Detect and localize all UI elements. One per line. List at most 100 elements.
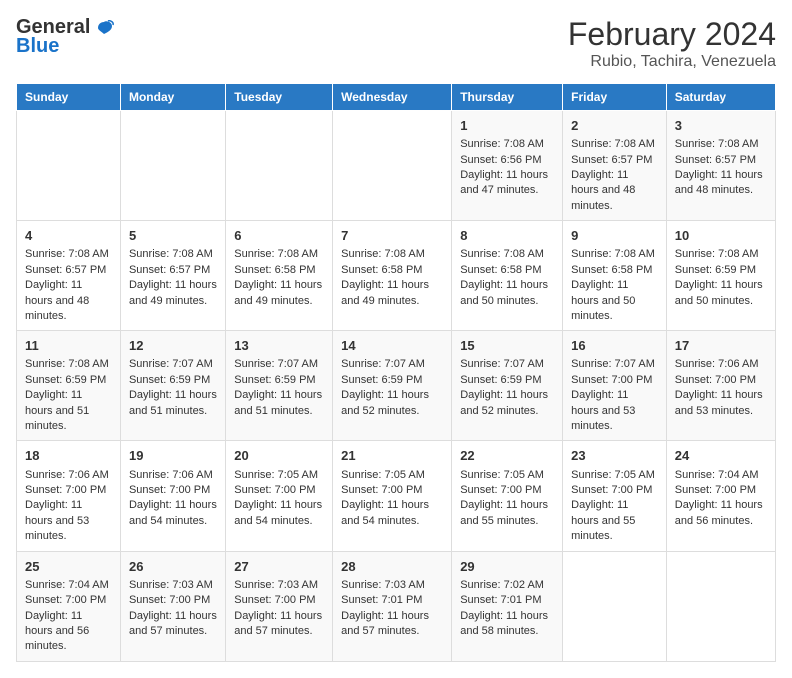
day-number: 23 (571, 447, 658, 465)
day-info: Sunrise: 7:03 AM (341, 578, 443, 593)
calendar-cell: 16Sunrise: 7:07 AMSunset: 7:00 PMDayligh… (563, 331, 667, 441)
calendar-cell: 18Sunrise: 7:06 AMSunset: 7:00 PMDayligh… (17, 441, 121, 551)
day-info: Sunset: 6:57 PM (25, 263, 112, 278)
day-number: 16 (571, 337, 658, 355)
day-info: Sunrise: 7:07 AM (571, 357, 658, 372)
day-info: Sunset: 7:00 PM (341, 483, 443, 498)
calendar-cell (120, 111, 225, 221)
day-number: 26 (129, 558, 217, 576)
calendar-header-row: SundayMondayTuesdayWednesdayThursdayFrid… (17, 84, 776, 111)
calendar-cell (666, 551, 775, 661)
page-subtitle: Rubio, Tachira, Venezuela (568, 53, 776, 71)
page-title: February 2024 (568, 16, 776, 53)
day-info: Daylight: 11 hours and 56 minutes. (675, 498, 767, 529)
day-number: 19 (129, 447, 217, 465)
day-info: Sunset: 6:58 PM (234, 263, 324, 278)
day-info: Sunset: 6:59 PM (675, 263, 767, 278)
calendar-week-row: 18Sunrise: 7:06 AMSunset: 7:00 PMDayligh… (17, 441, 776, 551)
day-info: Daylight: 11 hours and 49 minutes. (341, 278, 443, 309)
calendar-cell: 15 Sunrise: 7:07 AMSunset: 6:59 PMDayligh… (452, 331, 563, 441)
day-number: 13 (234, 337, 324, 355)
calendar-cell: 28Sunrise: 7:03 AMSunset: 7:01 PMDayligh… (333, 551, 452, 661)
calendar-week-row: 11Sunrise: 7:08 AMSunset: 6:59 PMDayligh… (17, 331, 776, 441)
day-info: Sunrise: 7:08 AM (234, 247, 324, 262)
day-info: Daylight: 11 hours and 48 minutes. (571, 168, 658, 214)
day-info: Daylight: 11 hours and 55 minutes. (460, 498, 554, 529)
day-info: Sunset: 6:59 PM (460, 373, 554, 388)
day-info: Daylight: 11 hours and 56 minutes. (25, 609, 112, 655)
day-info: Daylight: 11 hours and 57 minutes. (234, 609, 324, 640)
calendar-cell: 9Sunrise: 7:08 AMSunset: 6:58 PMDaylight… (563, 221, 667, 331)
calendar-cell: 14Sunrise: 7:07 AMSunset: 6:59 PMDayligh… (333, 331, 452, 441)
day-info: Daylight: 11 hours and 52 minutes. (460, 388, 554, 419)
day-info: Sunset: 7:00 PM (25, 593, 112, 608)
day-number: 9 (571, 227, 658, 245)
day-number: 7 (341, 227, 443, 245)
calendar-cell: 5Sunrise: 7:08 AMSunset: 6:57 PMDaylight… (120, 221, 225, 331)
day-info: Daylight: 11 hours and 53 minutes. (25, 498, 112, 544)
calendar-week-row: 4Sunrise: 7:08 AMSunset: 6:57 PMDaylight… (17, 221, 776, 331)
day-info: Sunrise: 7:08 AM (341, 247, 443, 262)
day-number: 1 (460, 117, 554, 135)
day-info: Sunrise: 7:08 AM (571, 137, 658, 152)
day-info: Sunrise: 7:06 AM (129, 468, 217, 483)
day-info: Sunrise: 7:08 AM (675, 247, 767, 262)
calendar-table: SundayMondayTuesdayWednesdayThursdayFrid… (16, 83, 776, 662)
calendar-cell: 17Sunrise: 7:06 AMSunset: 7:00 PMDayligh… (666, 331, 775, 441)
calendar-cell: 26Sunrise: 7:03 AMSunset: 7:00 PMDayligh… (120, 551, 225, 661)
calendar-cell (333, 111, 452, 221)
day-info: Daylight: 11 hours and 53 minutes. (675, 388, 767, 419)
calendar-cell: 1Sunrise: 7:08 AMSunset: 6:56 PMDaylight… (452, 111, 563, 221)
calendar-header-wednesday: Wednesday (333, 84, 452, 111)
day-number: 29 (460, 558, 554, 576)
day-info: Sunset: 7:00 PM (571, 373, 658, 388)
day-info: Daylight: 11 hours and 57 minutes. (129, 609, 217, 640)
day-info: Daylight: 11 hours and 50 minutes. (675, 278, 767, 309)
day-info: Sunrise: 7:03 AM (129, 578, 217, 593)
calendar-header-saturday: Saturday (666, 84, 775, 111)
calendar-cell: 19Sunrise: 7:06 AMSunset: 7:00 PMDayligh… (120, 441, 225, 551)
day-info: Sunrise: 7:07 AM (460, 357, 554, 372)
day-number: 22 (460, 447, 554, 465)
day-info: Sunrise: 7:05 AM (460, 468, 554, 483)
calendar-cell: 24Sunrise: 7:04 AMSunset: 7:00 PMDayligh… (666, 441, 775, 551)
calendar-cell (563, 551, 667, 661)
title-area: February 2024 Rubio, Tachira, Venezuela (568, 16, 776, 71)
calendar-header-sunday: Sunday (17, 84, 121, 111)
calendar-cell: 8 Sunrise: 7:08 AMSunset: 6:58 PMDaylight… (452, 221, 563, 331)
day-info: Sunrise: 7:06 AM (25, 468, 112, 483)
calendar-cell: 29Sunrise: 7:02 AMSunset: 7:01 PMDayligh… (452, 551, 563, 661)
day-number: 2 (571, 117, 658, 135)
day-info: Sunrise: 7:07 AM (234, 357, 324, 372)
day-number: 15 (460, 337, 554, 355)
day-info: Daylight: 11 hours and 58 minutes. (460, 609, 554, 640)
day-info: Sunset: 6:57 PM (675, 153, 767, 168)
day-info: Sunrise: 7:08 AM (460, 247, 554, 262)
day-info: Daylight: 11 hours and 54 minutes. (129, 498, 217, 529)
day-info: Daylight: 11 hours and 50 minutes. (460, 278, 554, 309)
day-number: 27 (234, 558, 324, 576)
day-info: Sunrise: 7:04 AM (675, 468, 767, 483)
day-info: Daylight: 11 hours and 54 minutes. (341, 498, 443, 529)
day-info: Daylight: 11 hours and 52 minutes. (341, 388, 443, 419)
day-info: Sunrise: 7:05 AM (571, 468, 658, 483)
day-info: Sunrise: 7:06 AM (675, 357, 767, 372)
day-info: Sunrise: 7:08 AM (675, 137, 767, 152)
calendar-cell (226, 111, 333, 221)
day-info: Sunset: 6:58 PM (460, 263, 554, 278)
day-info: Daylight: 11 hours and 49 minutes. (129, 278, 217, 309)
day-number: 25 (25, 558, 112, 576)
day-info: Sunset: 6:59 PM (129, 373, 217, 388)
day-info: Daylight: 11 hours and 47 minutes. (460, 168, 554, 199)
day-number: 8 (460, 227, 554, 245)
calendar-cell: 13Sunrise: 7:07 AMSunset: 6:59 PMDayligh… (226, 331, 333, 441)
calendar-cell: 7Sunrise: 7:08 AMSunset: 6:58 PMDaylight… (333, 221, 452, 331)
calendar-header-monday: Monday (120, 84, 225, 111)
day-info: Sunset: 7:00 PM (571, 483, 658, 498)
day-number: 10 (675, 227, 767, 245)
day-info: Daylight: 11 hours and 51 minutes. (234, 388, 324, 419)
calendar-cell: 21Sunrise: 7:05 AMSunset: 7:00 PMDayligh… (333, 441, 452, 551)
day-number: 21 (341, 447, 443, 465)
day-info: Sunrise: 7:08 AM (25, 247, 112, 262)
calendar-cell: 25Sunrise: 7:04 AMSunset: 7:00 PMDayligh… (17, 551, 121, 661)
